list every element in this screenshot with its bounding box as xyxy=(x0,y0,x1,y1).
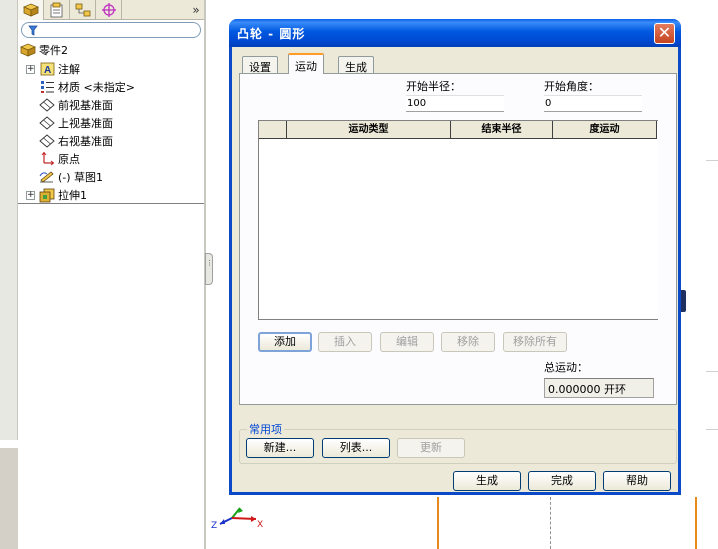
column-degree-motion[interactable]: 度运动 xyxy=(553,121,657,139)
expand-panel-button[interactable]: » xyxy=(186,0,206,19)
update-button[interactable]: 更新 xyxy=(397,438,465,458)
property-manager-tab[interactable] xyxy=(44,0,70,20)
viewport-edge-mark xyxy=(706,371,718,372)
total-motion-label: 总运动： xyxy=(544,361,588,374)
tree-item-front-plane[interactable]: 前视基准面 xyxy=(39,96,113,114)
help-button[interactable]: 帮助 xyxy=(603,471,671,491)
tree-item-label: 原点 xyxy=(58,153,80,166)
tree-divider xyxy=(18,203,206,204)
tree-item-label: 上视基准面 xyxy=(58,117,113,130)
close-icon: ✕ xyxy=(657,23,672,42)
viewport-edge-mark xyxy=(706,160,718,161)
total-motion-value: 0.000000 开环 xyxy=(544,378,654,398)
dialog-titlebar[interactable]: 凸轮 - 圆形 ✕ xyxy=(229,19,681,47)
add-motion-button[interactable]: 添加 xyxy=(258,332,312,352)
dimxpert-manager-tab[interactable] xyxy=(96,0,122,20)
sketch-icon xyxy=(39,169,55,185)
common-items-label: 常用项 xyxy=(247,421,284,437)
close-button[interactable]: ✕ xyxy=(654,23,675,44)
tree-item-label: 右视基准面 xyxy=(58,135,113,148)
material-icon xyxy=(39,79,55,95)
remove-motion-button[interactable]: 移除 xyxy=(441,332,495,352)
tree-item-top-plane[interactable]: 上视基准面 xyxy=(39,114,113,132)
tab-motion[interactable]: 运动 xyxy=(288,53,324,74)
tree-item-extrude[interactable]: + 拉伸1 xyxy=(26,186,87,204)
collapse-panel-handle[interactable]: ⋮ xyxy=(205,253,213,285)
crosshair-icon xyxy=(101,3,116,17)
extrude-icon xyxy=(39,187,55,203)
motion-grid[interactable]: 运动类型 结束半径 度运动 xyxy=(258,120,658,320)
column-motion-type[interactable]: 运动类型 xyxy=(287,121,451,139)
centerline[interactable] xyxy=(550,497,551,549)
feature-manager-panel: » 零件2 + A 注解 材质 <未指定> 前视基准面 上视基准面 右视基准面 … xyxy=(0,0,206,549)
tree-root-label: 零件2 xyxy=(39,44,68,57)
tree-item-label: 拉伸1 xyxy=(58,189,87,202)
plane-icon xyxy=(39,97,55,113)
feature-manager-tab[interactable] xyxy=(18,0,44,20)
expand-icon[interactable]: + xyxy=(26,64,35,74)
tab-create[interactable]: 生成 xyxy=(338,56,374,74)
feature-manager-icon xyxy=(22,3,39,17)
remove-all-motion-button[interactable]: 移除所有 xyxy=(503,332,567,352)
cam-dialog: 凸轮 - 圆形 ✕ 设置 运动 生成 开始半径： 100 开始角度： 0 运动类… xyxy=(229,19,681,495)
grid-header: 运动类型 结束半径 度运动 xyxy=(259,121,657,139)
start-radius-input[interactable]: 100 xyxy=(406,95,504,112)
tree-item-material[interactable]: 材质 <未指定> xyxy=(39,78,135,96)
viewport-edge-mark xyxy=(706,429,718,430)
sketch-line[interactable] xyxy=(437,497,439,549)
tree-item-label: (-) 草图1 xyxy=(58,171,104,184)
property-manager-icon xyxy=(50,2,62,18)
left-strip-lower xyxy=(0,448,18,549)
tree-item-origin[interactable]: 原点 xyxy=(39,150,80,168)
tree-item-annotations[interactable]: + A 注解 xyxy=(26,60,80,78)
expand-icon[interactable]: + xyxy=(26,190,35,200)
tab-settings[interactable]: 设置 xyxy=(242,56,278,74)
sketch-line[interactable] xyxy=(695,497,697,549)
insert-motion-button[interactable]: 插入 xyxy=(318,332,372,352)
plane-icon xyxy=(39,133,55,149)
tree-item-label: 前视基准面 xyxy=(58,99,113,112)
origin-icon xyxy=(39,151,55,167)
double-chevron-right-icon: » xyxy=(192,2,200,17)
configuration-manager-icon xyxy=(75,3,90,17)
y-axis xyxy=(231,507,241,519)
start-angle-input[interactable]: 0 xyxy=(544,95,642,112)
motion-tab-pane: 开始半径： 100 开始角度： 0 运动类型 结束半径 度运动 添加 插入 编辑… xyxy=(239,73,677,405)
plane-icon xyxy=(39,115,55,131)
dialog-title: 凸轮 - 圆形 xyxy=(237,27,306,41)
tree-item-label: 注解 xyxy=(58,63,80,76)
tree-filter-input[interactable] xyxy=(21,22,201,38)
svg-text:A: A xyxy=(44,65,51,76)
part-icon xyxy=(20,42,36,58)
x-axis-label: X xyxy=(257,520,263,530)
done-button[interactable]: 完成 xyxy=(528,471,596,491)
tree-item-label: 材质 <未指定> xyxy=(58,81,135,94)
annotations-icon: A xyxy=(39,61,55,77)
tree-root[interactable]: 零件2 xyxy=(20,41,68,59)
grid-corner-cell xyxy=(259,121,287,139)
generate-button[interactable]: 生成 xyxy=(453,471,521,491)
start-angle-label: 开始角度： xyxy=(544,80,599,93)
new-button[interactable]: 新建... xyxy=(246,438,314,458)
z-axis-label: Z xyxy=(211,521,217,531)
tree-item-right-plane[interactable]: 右视基准面 xyxy=(39,132,113,150)
configuration-manager-tab[interactable] xyxy=(70,0,96,20)
filter-icon xyxy=(28,25,38,36)
panel-tab-bar: » xyxy=(18,0,206,20)
edit-motion-button[interactable]: 编辑 xyxy=(380,332,434,352)
column-end-radius[interactable]: 结束半径 xyxy=(451,121,553,139)
coordinate-triad: Z X xyxy=(211,507,263,531)
tree-item-sketch[interactable]: (-) 草图1 xyxy=(39,168,103,186)
start-radius-label: 开始半径： xyxy=(406,80,461,93)
list-button[interactable]: 列表... xyxy=(322,438,390,458)
